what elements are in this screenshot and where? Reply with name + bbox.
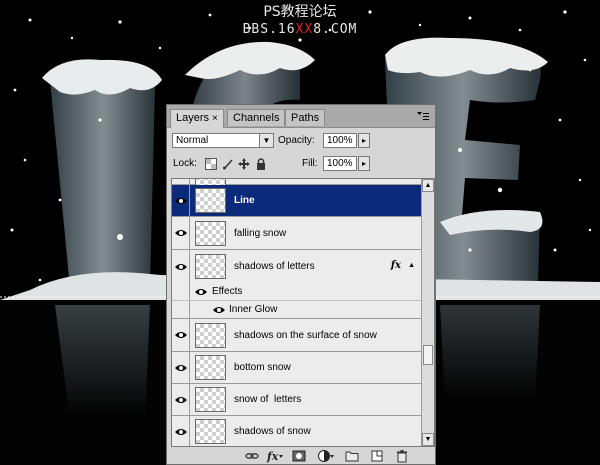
watermark-title: PS教程论坛: [263, 4, 337, 20]
chevron-down-icon[interactable]: ▼: [259, 134, 273, 147]
layer-name: shadows of snow: [234, 426, 311, 437]
lock-icon[interactable]: [255, 158, 267, 170]
eye-icon[interactable]: [172, 384, 190, 415]
fill-label: Fill:: [302, 158, 318, 169]
layer-thumbnail: [195, 355, 226, 380]
move-icon[interactable]: [238, 158, 250, 170]
layer-thumbnail: [195, 188, 226, 213]
layer-name: falling snow: [234, 228, 287, 239]
eye-icon[interactable]: [195, 288, 207, 296]
new-layer-icon[interactable]: [370, 449, 384, 463]
effects-gutter: [172, 301, 190, 318]
opacity-field[interactable]: 100%: [323, 133, 357, 148]
layer-thumbnail: [195, 323, 226, 348]
scroll-up-icon[interactable]: ▲: [422, 179, 434, 192]
scrollbar-thumb[interactable]: [423, 345, 433, 365]
folder-icon[interactable]: [345, 449, 359, 463]
effects-label: Effects: [212, 286, 243, 297]
layer-thumbnail: [195, 387, 226, 412]
eye-icon[interactable]: [172, 217, 190, 249]
fx-icon[interactable]: fx: [266, 449, 284, 463]
watermark-url-prefix: BBS.16: [242, 22, 296, 37]
layer-thumbnail: [195, 254, 226, 279]
brush-icon[interactable]: [222, 158, 234, 170]
lock-label: Lock:: [173, 158, 197, 169]
watermark-url-mark: XX: [295, 22, 314, 37]
layer-row-bottom-snow[interactable]: bottom snow: [172, 352, 421, 384]
eye-icon[interactable]: [213, 306, 225, 314]
layer-name: bottom snow: [234, 362, 291, 373]
layer-row-shadows-of-letters[interactable]: shadows of letters fx ▲: [172, 250, 421, 283]
panel-menu-icon[interactable]: [417, 112, 429, 123]
eye-icon[interactable]: [172, 185, 190, 216]
layer-thumbnail: [195, 221, 226, 246]
eye-icon[interactable]: [172, 352, 190, 383]
layer-row-falling-snow[interactable]: falling snow: [172, 217, 421, 250]
tab-channels-label: Channels: [233, 112, 280, 124]
watermark: PS教程论坛 BBS.16XX8.COM: [0, 4, 600, 38]
layer-name: Line: [234, 195, 255, 206]
watermark-url-suffix: 8.COM: [313, 22, 358, 37]
layers-panel: Layers × Channels Paths Normal ▼ Opacity:…: [166, 104, 436, 465]
layer-row-snow-of-letters[interactable]: snow of letters: [172, 384, 421, 416]
close-icon[interactable]: ×: [212, 113, 218, 124]
fill-slider-arrow-icon[interactable]: ▸: [358, 156, 370, 171]
layer-name: snow of letters: [234, 394, 302, 405]
lock-transparent-pixels-icon[interactable]: [205, 158, 217, 170]
eye-icon[interactable]: [172, 416, 190, 446]
tab-paths-label: Paths: [291, 112, 320, 124]
tab-paths[interactable]: Paths: [285, 109, 326, 126]
panel-tab-bar: Layers × Channels Paths: [167, 105, 435, 128]
effects-row[interactable]: Effects: [172, 283, 421, 301]
effect-row-inner-glow[interactable]: Inner Glow: [172, 301, 421, 319]
svg-text:fx: fx: [266, 450, 279, 463]
layer-name: shadows of letters: [234, 261, 315, 272]
watermark-url: BBS.16XX8.COM: [0, 21, 600, 38]
tab-layers-label: Layers: [176, 112, 210, 124]
scroll-down-icon[interactable]: ▼: [422, 433, 434, 446]
adjustment-icon[interactable]: [317, 449, 335, 463]
effects-gutter: [172, 283, 190, 300]
tab-layers[interactable]: Layers ×: [170, 109, 224, 128]
fx-badge[interactable]: fx: [391, 260, 401, 271]
layer-thumbnail: [195, 419, 226, 444]
expand-effects-icon[interactable]: ▲: [408, 262, 415, 269]
layer-row-line[interactable]: Line: [172, 185, 421, 217]
blend-mode-value: Normal: [176, 135, 209, 146]
layer-row-shadows-of-snow[interactable]: shadows of snow: [172, 416, 421, 446]
tab-channels[interactable]: Channels: [227, 109, 286, 126]
layers-list: Line falling snow shadows of letters fx …: [171, 178, 435, 447]
link-icon[interactable]: [245, 449, 259, 463]
blend-mode-select[interactable]: Normal ▼: [172, 133, 274, 148]
layer-row-hidden-top[interactable]: [172, 179, 421, 188]
eye-icon[interactable]: [172, 250, 190, 283]
layers-bottom-toolbar: fx: [167, 448, 435, 464]
fill-field[interactable]: 100%: [323, 156, 357, 171]
effect-name: Inner Glow: [229, 304, 278, 315]
eye-icon[interactable]: [172, 319, 190, 351]
mask-icon[interactable]: [292, 449, 306, 463]
trash-icon[interactable]: [395, 449, 409, 463]
layer-name: shadows on the surface of snow: [234, 330, 377, 341]
layers-scrollbar[interactable]: ▲ ▼: [421, 179, 434, 446]
opacity-slider-arrow-icon[interactable]: ▸: [358, 133, 370, 148]
eye-icon[interactable]: [172, 179, 190, 184]
layer-row-shadows-on-surface[interactable]: shadows on the surface of snow: [172, 319, 421, 352]
opacity-label: Opacity:: [278, 135, 315, 146]
